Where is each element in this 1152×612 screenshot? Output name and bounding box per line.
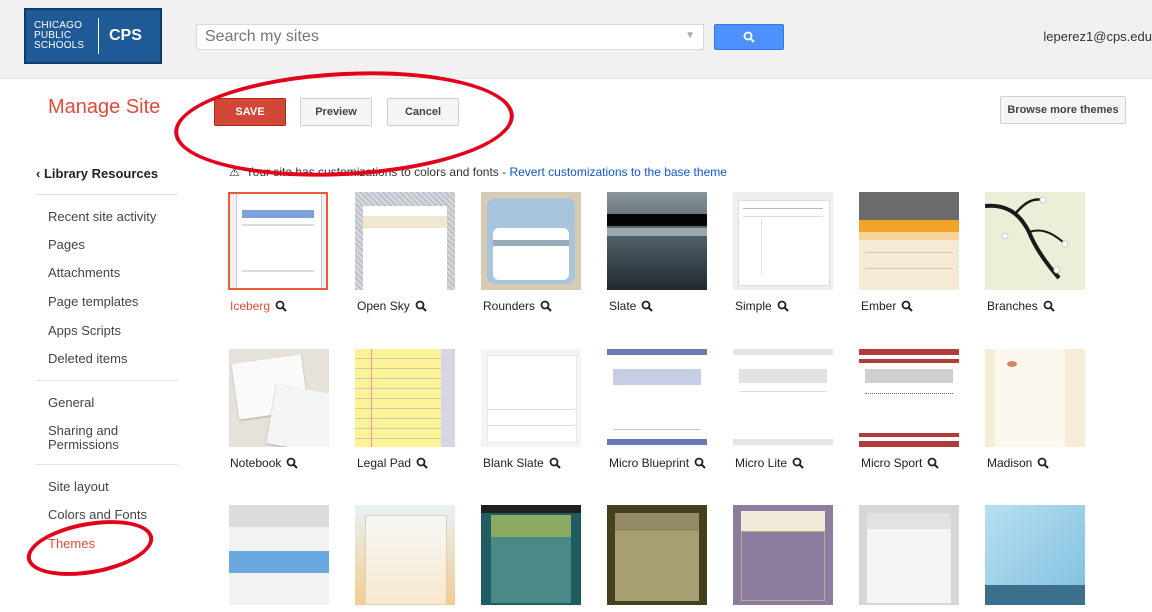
logo-text: CHICAGO PUBLIC SCHOOLS [34, 20, 85, 51]
magnifier-icon[interactable] [540, 300, 552, 312]
theme-label: Legal Pad [357, 456, 412, 470]
sidebar-item-apps-scripts[interactable]: Apps Scripts [48, 324, 168, 338]
theme-thumb-madison[interactable] [985, 349, 1085, 447]
theme-thumb-open-sky[interactable] [355, 192, 455, 290]
preview-button[interactable]: Preview [300, 98, 372, 126]
search-icon [743, 31, 755, 43]
theme-thumb-blank-slate[interactable] [481, 349, 581, 447]
page-title: Manage Site [48, 96, 161, 118]
magnifier-icon[interactable] [927, 457, 940, 469]
theme-item-branches[interactable]: Branches [987, 299, 1055, 313]
theme-thumb-iceberg[interactable] [228, 192, 328, 290]
theme-thumb-row3-3[interactable] [481, 505, 581, 605]
theme-item-rounders[interactable]: Rounders [483, 299, 552, 313]
theme-item-open-sky[interactable]: Open Sky [357, 299, 427, 313]
magnifier-icon[interactable] [694, 457, 706, 469]
theme-thumb-rounders[interactable] [481, 192, 581, 290]
notice-text: Your site has customizations to colors a… [245, 165, 510, 179]
sidebar-item-attachments[interactable]: Attachments [48, 266, 168, 280]
theme-label: Micro Sport [861, 456, 923, 470]
sidebar-item-themes[interactable]: Themes [48, 537, 168, 551]
theme-label: Rounders [483, 299, 536, 313]
magnifier-icon[interactable] [286, 457, 299, 469]
theme-thumb-branches[interactable] [985, 192, 1085, 290]
theme-label: Ember [861, 299, 897, 313]
theme-item-notebook[interactable]: Notebook [230, 456, 299, 470]
theme-thumb-micro-lite[interactable] [733, 349, 833, 447]
search-box[interactable]: ▼ [196, 24, 704, 50]
theme-item-simple[interactable]: Simple [735, 299, 789, 313]
theme-label: Slate [609, 299, 637, 313]
sidebar-item-site-layout[interactable]: Site layout [48, 480, 168, 494]
theme-label: Simple [735, 299, 772, 313]
theme-item-slate[interactable]: Slate [609, 299, 654, 313]
warning-icon: ⚠ [229, 165, 240, 179]
theme-thumb-micro-sport[interactable] [859, 349, 959, 447]
theme-label: Open Sky [357, 299, 410, 313]
sidebar-item-deleted-items[interactable]: Deleted items [48, 352, 168, 366]
user-email[interactable]: leperez1@cps.edu [1043, 29, 1152, 44]
theme-label: Madison [987, 456, 1033, 470]
theme-label: Branches [987, 299, 1038, 313]
theme-thumb-ember[interactable] [859, 192, 959, 290]
theme-label: Micro Blueprint [609, 456, 690, 470]
sidebar-item-colors-fonts[interactable]: Colors and Fonts [48, 508, 168, 522]
theme-item-legal-pad[interactable]: Legal Pad [357, 456, 428, 470]
magnifier-icon[interactable] [415, 300, 427, 312]
magnifier-icon[interactable] [901, 300, 914, 312]
magnifier-icon[interactable] [641, 300, 654, 312]
theme-thumb-row3-2[interactable] [355, 505, 455, 605]
theme-thumb-row3-1[interactable] [229, 505, 329, 605]
site-name: Library Resources [43, 166, 159, 181]
search-button[interactable] [714, 24, 784, 50]
theme-item-madison[interactable]: Madison [987, 456, 1050, 470]
cancel-button[interactable]: Cancel [387, 98, 459, 126]
dropdown-caret-icon[interactable]: ▼ [685, 30, 695, 41]
sidebar-item-page-templates[interactable]: Page templates [48, 295, 168, 309]
magnifier-icon[interactable] [1037, 457, 1050, 469]
theme-thumb-row3-5[interactable] [733, 505, 833, 605]
theme-item-micro-sport[interactable]: Micro Sport [861, 456, 940, 470]
back-to-site-link[interactable]: ‹ Library Resources [36, 166, 158, 181]
sidebar-item-recent-activity[interactable]: Recent site activity [48, 210, 168, 224]
theme-thumb-slate[interactable] [607, 192, 707, 290]
sidebar-item-pages[interactable]: Pages [48, 238, 168, 252]
revert-customizations-link[interactable]: Revert customizations to the base theme [509, 165, 726, 179]
theme-item-iceberg[interactable]: Iceberg [230, 299, 287, 313]
theme-thumb-micro-blueprint[interactable] [607, 349, 707, 447]
magnifier-icon[interactable] [1043, 300, 1055, 312]
theme-thumb-notebook[interactable] [229, 349, 329, 447]
magnifier-icon[interactable] [777, 300, 789, 312]
theme-label: Notebook [230, 456, 282, 470]
theme-thumb-legal-pad[interactable] [355, 349, 455, 447]
chevron-left-icon: ‹ [36, 166, 44, 181]
customization-notice: ⚠ Your site has customizations to colors … [229, 165, 727, 179]
magnifier-icon[interactable] [416, 457, 428, 469]
theme-label: Micro Lite [735, 456, 788, 470]
theme-thumb-row3-7[interactable] [985, 505, 1085, 605]
browse-more-themes-button[interactable]: Browse more themes [1000, 96, 1126, 124]
theme-label: Iceberg [230, 299, 271, 313]
magnifier-icon[interactable] [792, 457, 804, 469]
save-button[interactable]: SAVE [214, 98, 286, 126]
theme-thumb-row3-6[interactable] [859, 505, 959, 605]
top-bar: CHICAGO PUBLIC SCHOOLS CPS ▼ leperez1@cp… [0, 0, 1152, 79]
theme-thumb-simple[interactable] [733, 192, 833, 290]
magnifier-icon[interactable] [549, 457, 561, 469]
sidebar-item-sharing[interactable]: Sharing and Permissions [48, 424, 168, 452]
search-input[interactable] [197, 25, 683, 49]
logo-abbr: CPS [109, 27, 142, 44]
theme-item-micro-blueprint[interactable]: Micro Blueprint [609, 456, 706, 470]
theme-label: Blank Slate [483, 456, 544, 470]
theme-item-blank-slate[interactable]: Blank Slate [483, 456, 561, 470]
cps-logo[interactable]: CHICAGO PUBLIC SCHOOLS CPS [24, 8, 162, 64]
theme-thumb-row3-4[interactable] [607, 505, 707, 605]
theme-item-micro-lite[interactable]: Micro Lite [735, 456, 804, 470]
magnifier-icon[interactable] [275, 300, 287, 312]
theme-item-ember[interactable]: Ember [861, 299, 914, 313]
sidebar-item-general[interactable]: General [48, 396, 168, 410]
